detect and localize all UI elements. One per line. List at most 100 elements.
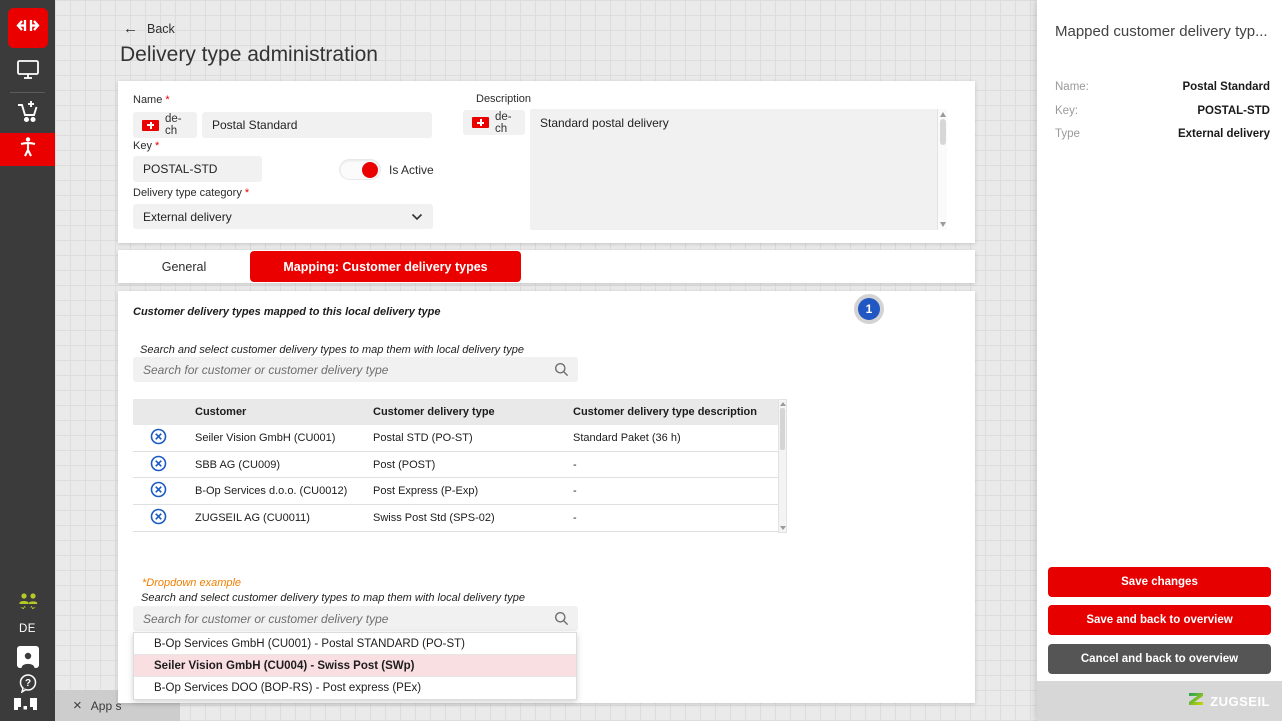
details-panel: Mapped customer delivery typ... Name: Po… [1037, 0, 1282, 721]
cell-type: Post Express (P-Exp) [373, 485, 479, 498]
details-panel-title: Mapped customer delivery typ... [1055, 23, 1268, 40]
brand-footer: ZUGSEIL [1037, 681, 1282, 721]
remove-mapping-icon[interactable] [150, 508, 167, 528]
scroll-up-arrow[interactable] [780, 402, 787, 406]
cell-customer: B-Op Services d.o.o. (CU0012) [195, 485, 348, 498]
scroll-thumb[interactable] [939, 119, 946, 145]
category-value: External delivery [143, 209, 232, 224]
people-switch-icon [16, 592, 40, 617]
detail-label: Name: [1055, 81, 1089, 93]
scroll-down-arrow[interactable] [780, 526, 787, 530]
sidebar-divider [10, 92, 45, 93]
tab-bar: General Mapping: Customer delivery types [118, 250, 975, 283]
avatar-icon [16, 646, 39, 668]
is-active-label: Is Active [389, 163, 434, 177]
remove-mapping-icon[interactable] [150, 428, 167, 448]
is-active-toggle[interactable] [339, 159, 381, 180]
badge-number: 1 [858, 298, 880, 320]
delivery-type-form-panel: Name * de-ch Key * Is Active Delivery ty… [118, 81, 975, 243]
table-scrollbar[interactable] [778, 399, 787, 533]
search-instruction: Search and select customer delivery type… [141, 592, 525, 604]
swiss-flag-icon [142, 119, 159, 131]
sidebar-item-help[interactable]: ? [0, 673, 55, 698]
mapping-search-input[interactable] [133, 357, 578, 382]
dropdown-option-highlighted[interactable]: Seiler Vision GmbH (CU004) - Swiss Post … [134, 655, 576, 677]
name-label: Name * [133, 94, 170, 106]
tab-general[interactable]: General [118, 250, 250, 283]
name-input[interactable] [202, 112, 432, 138]
detail-value: Postal Standard [1182, 81, 1270, 93]
remove-mapping-icon[interactable] [150, 481, 167, 501]
sidebar-item-bop-logo [0, 698, 55, 716]
sidebar-item-user-switch[interactable] [0, 592, 55, 616]
table-header: Customer Customer delivery type Customer… [133, 399, 778, 425]
name-language-chip[interactable]: de-ch [133, 112, 197, 138]
detail-label: Key: [1055, 105, 1079, 117]
detail-row-name: Name: Postal Standard [1055, 80, 1270, 94]
key-input[interactable] [133, 156, 262, 182]
save-back-overview-button[interactable]: Save and back to overview [1048, 605, 1271, 635]
table-row: ZUGSEIL AG (CU0011) Swiss Post Std (SPS-… [133, 505, 778, 532]
scroll-down-arrow[interactable] [940, 222, 946, 227]
remove-mapping-icon[interactable] [150, 455, 167, 475]
svg-text:?: ? [24, 678, 30, 689]
mapped-types-table: Customer Customer delivery type Customer… [133, 399, 787, 533]
close-icon[interactable]: × [73, 697, 82, 714]
sidebar-item-cart[interactable] [0, 98, 55, 130]
dropdown-example-caption: *Dropdown example [142, 577, 242, 589]
cell-type: Postal STD (PO-ST) [373, 431, 473, 444]
search-icon[interactable] [554, 362, 569, 382]
detail-value: POSTAL-STD [1197, 105, 1270, 117]
category-select[interactable]: External delivery [133, 204, 433, 229]
scroll-thumb[interactable] [780, 408, 785, 450]
sidebar-item-monitor[interactable] [0, 58, 55, 86]
tab-mapping-customer-delivery-types[interactable]: Mapping: Customer delivery types [250, 251, 521, 282]
description-label: Description [476, 93, 532, 105]
dropdown-search [133, 606, 578, 631]
mapping-search [133, 357, 578, 382]
sidebar-item-active[interactable] [0, 133, 55, 166]
category-label: Delivery type category * [133, 187, 250, 199]
sbb-logo[interactable] [8, 8, 48, 48]
help-icon: ? [18, 673, 38, 698]
dropdown-listbox: B-Op Services GmbH (CU001) - Postal STAN… [133, 632, 577, 700]
person-icon [16, 135, 40, 164]
col-description: Customer delivery type description [573, 406, 757, 418]
back-label: Back [147, 21, 175, 36]
sidebar-locale[interactable]: DE [0, 620, 55, 638]
cell-type: Post (POST) [373, 458, 436, 471]
monitor-icon [16, 59, 40, 86]
dropdown-search-input[interactable] [133, 606, 578, 631]
col-customer: Customer [195, 406, 247, 418]
swiss-flag-icon [472, 117, 489, 128]
cancel-back-overview-button[interactable]: Cancel and back to overview [1048, 644, 1271, 674]
save-changes-button[interactable]: Save changes [1048, 567, 1271, 597]
description-value: Standard postal delivery [540, 116, 669, 130]
cell-customer: ZUGSEIL AG (CU0011) [195, 511, 310, 524]
sidebar-item-profile[interactable] [0, 644, 55, 670]
cell-customer: Seiler Vision GmbH (CU001) [195, 431, 336, 444]
description-language-chip[interactable]: de-ch [463, 110, 525, 135]
sbb-double-arrow-icon [14, 18, 42, 38]
cell-customer: SBB AG (CU009) [195, 458, 280, 471]
dropdown-option[interactable]: B-Op Services DOO (BOP-RS) - Post expres… [134, 677, 576, 699]
detail-row-type: Type External delivery [1055, 127, 1270, 141]
description-textarea[interactable]: Standard postal delivery [530, 109, 947, 230]
detail-value: External delivery [1177, 128, 1270, 140]
detail-row-key: Key: POSTAL-STD [1055, 104, 1270, 118]
back-arrow-icon: ← [123, 20, 138, 37]
key-label: Key * [133, 140, 160, 152]
app-sidebar: DE ? [0, 0, 55, 721]
bop-blocks-icon [13, 698, 43, 716]
cart-plus-icon [15, 99, 41, 130]
cell-description: - [573, 458, 577, 471]
dropdown-option[interactable]: B-Op Services GmbH (CU001) - Postal STAN… [134, 633, 576, 655]
annotation-badge: 1 [854, 294, 884, 324]
table-row: B-Op Services d.o.o. (CU0012) Post Expre… [133, 478, 778, 506]
search-icon[interactable] [554, 611, 569, 631]
locale-label: DE [19, 623, 36, 635]
back-button[interactable]: ← Back [123, 20, 175, 37]
description-scrollbar[interactable] [937, 109, 947, 230]
toggle-knob [362, 161, 378, 178]
scroll-up-arrow[interactable] [940, 112, 946, 117]
